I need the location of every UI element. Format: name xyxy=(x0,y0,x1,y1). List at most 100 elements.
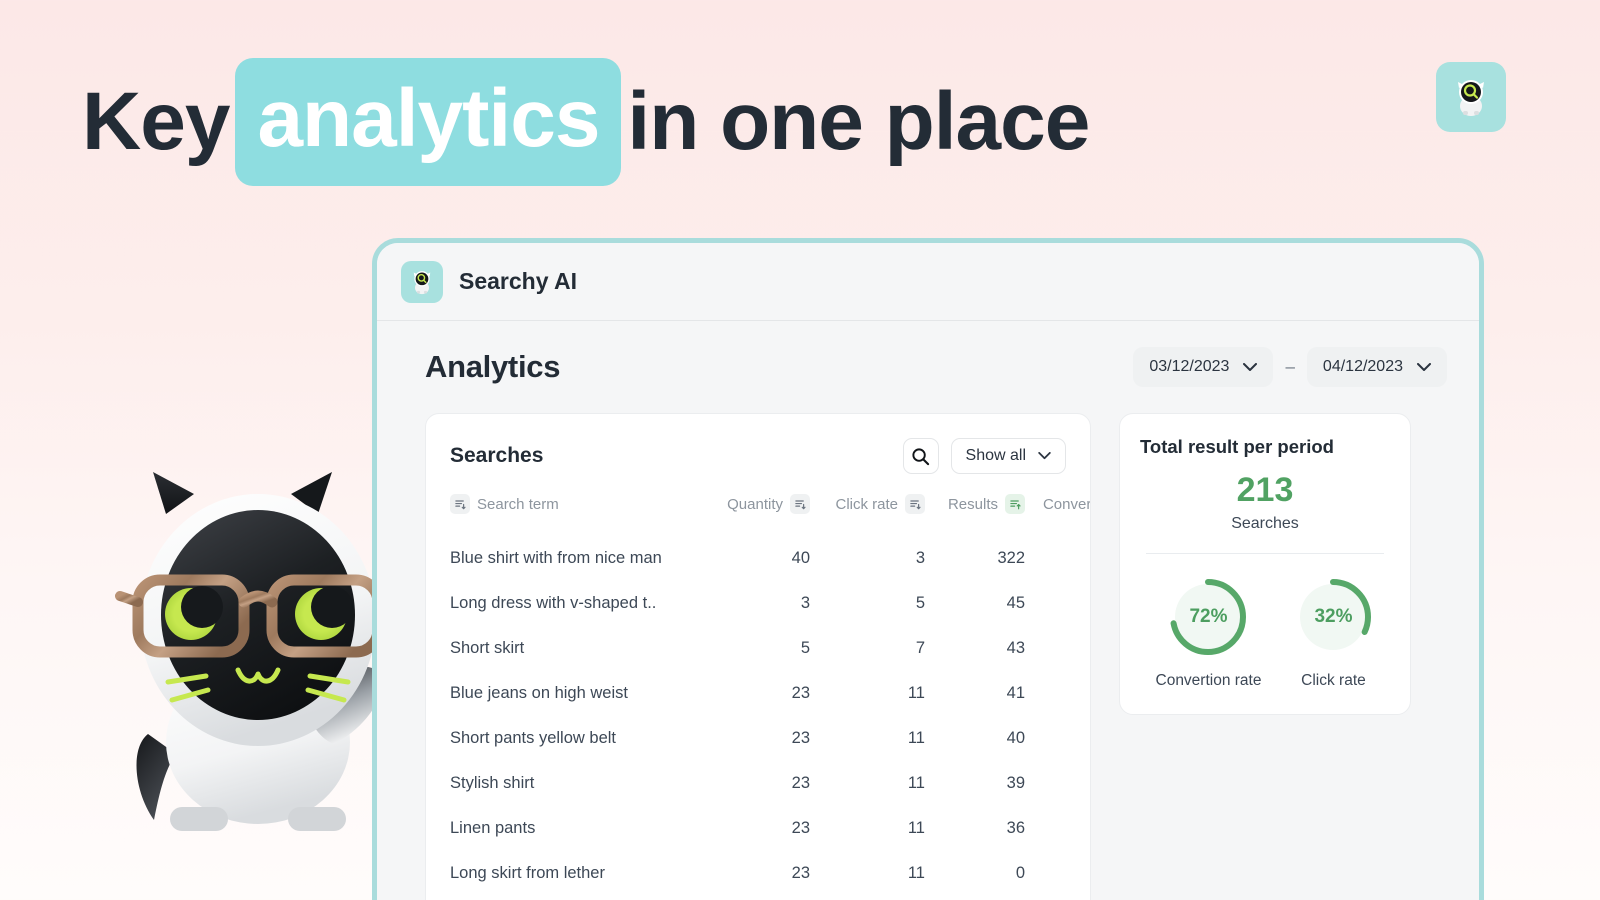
cell-search-term: Long dress with v-shaped t.. xyxy=(450,594,657,612)
table-row[interactable]: Blue shirt with from nice man 40 3 32232 xyxy=(450,536,1090,581)
cell-click-rate: 5 xyxy=(915,594,925,612)
chevron-down-icon xyxy=(1417,362,1431,371)
cell-quantity: 23 xyxy=(791,819,810,837)
cell-results: 0 xyxy=(1015,864,1025,882)
cell-convertions: 56 xyxy=(1025,671,1090,716)
searchy-cat-logo-icon xyxy=(1458,80,1484,116)
sort-ascending-icon[interactable] xyxy=(1005,494,1025,514)
searchy-cat-logo-icon xyxy=(413,270,431,294)
cell-quantity: 23 xyxy=(791,864,810,882)
cell-results: 36 xyxy=(1006,819,1025,837)
date-start-value: 03/12/2023 xyxy=(1149,358,1230,375)
table-row[interactable]: Blue jeans2311056 xyxy=(450,896,1090,900)
cell-quantity: 23 xyxy=(791,684,810,702)
searches-table-head: Search term Quantity Click rate Results … xyxy=(450,494,1091,536)
cell-results: 0 xyxy=(925,896,1025,900)
summary-title: Total result per period xyxy=(1140,436,1334,457)
date-range-separator: – xyxy=(1285,357,1295,376)
column-header-results[interactable]: Results xyxy=(925,494,1025,536)
cell-click-rate: 11 xyxy=(907,819,925,837)
cell-click-rate: 11 xyxy=(907,864,925,882)
searches-table-body: Blue shirt with from nice man40332232Lon… xyxy=(450,536,1090,900)
donut-value: 32% xyxy=(1314,606,1353,628)
cell-search-term: Short skirt xyxy=(450,639,525,657)
date-end-value: 04/12/2023 xyxy=(1322,358,1403,375)
show-all-label: Show all xyxy=(965,447,1026,464)
column-header-search-term[interactable]: Search term xyxy=(450,494,700,536)
cat-robot-mascot-illustration xyxy=(115,472,401,831)
column-header-click-rate[interactable]: Click rate xyxy=(810,494,925,536)
cell-convertions: 56 xyxy=(1025,851,1090,896)
donut-value: 72% xyxy=(1189,606,1228,628)
cell-quantity: 3 xyxy=(800,594,810,612)
app-logo[interactable] xyxy=(401,260,443,303)
app-header: Searchy AI xyxy=(377,243,1479,321)
show-all-dropdown[interactable]: Show all xyxy=(950,438,1066,474)
cell-results: 322 xyxy=(997,549,1025,567)
convertion-rate-gauge: 72% Convertion rate xyxy=(1155,576,1262,690)
column-label: Click rate xyxy=(835,495,898,513)
column-label: Convertions xyxy=(1042,495,1091,513)
app-name: Searchy AI xyxy=(459,268,578,294)
total-result-card: Total result per period 213 Searches 72% xyxy=(1119,413,1411,716)
sort-descending-icon[interactable] xyxy=(790,494,810,514)
cell-search-term: Linen pants xyxy=(450,819,536,837)
searches-actions: Show all xyxy=(902,438,1066,474)
cell-click-rate: 11 xyxy=(907,774,925,792)
cell-search-term: Short pants yellow belt xyxy=(450,729,617,747)
date-start-picker[interactable]: 03/12/2023 xyxy=(1133,347,1274,387)
headline-part-1: Key xyxy=(82,76,230,167)
table-row[interactable]: Stylish shirt 23 11 3956 xyxy=(450,761,1090,806)
cell-results: 45 xyxy=(1006,594,1025,612)
column-label: Search term xyxy=(477,495,559,513)
donut-chart: 32% xyxy=(1292,576,1374,658)
summary-divider xyxy=(1146,553,1384,555)
searches-card-header: Searches Show all xyxy=(450,438,1066,474)
donut-label: Convertion rate xyxy=(1155,672,1262,690)
table-row[interactable]: Short pants yellow belt 23 11 4056 xyxy=(450,716,1090,761)
headline-highlight: analytics xyxy=(235,58,622,186)
column-label: Results xyxy=(947,495,998,513)
table-row[interactable]: Long dress with v-shaped t.. 3 5 4545 xyxy=(450,581,1090,626)
cell-quantity: 23 xyxy=(700,896,810,900)
search-icon xyxy=(912,447,930,465)
app-window: Searchy AI Analytics 03/12/2023 – 04/12/… xyxy=(372,238,1484,900)
total-searches-label: Searches xyxy=(1231,515,1299,533)
column-label: Quantity xyxy=(727,495,783,513)
cell-click-rate: 3 xyxy=(915,549,925,567)
table-row[interactable]: Blue jeans on high weist 23 11 4156 xyxy=(450,671,1090,716)
column-header-quantity[interactable]: Quantity xyxy=(700,494,810,536)
cell-convertions: 43 xyxy=(1025,626,1090,671)
date-end-picker[interactable]: 04/12/2023 xyxy=(1306,347,1447,387)
brand-badge[interactable] xyxy=(1436,62,1506,132)
headline-part-2: in one place xyxy=(627,76,1090,167)
column-header-convertions[interactable]: Convertions xyxy=(1025,494,1091,536)
cell-convertions: 56 xyxy=(1025,806,1090,851)
date-range-picker: 03/12/2023 – 04/12/2023 xyxy=(1133,347,1447,387)
cell-quantity: 5 xyxy=(800,639,810,657)
table-row[interactable]: Linen pants 23 11 3656 xyxy=(450,806,1090,851)
cell-search-term: Long skirt from lether xyxy=(450,864,605,882)
cell-click-rate: 11 xyxy=(907,729,925,747)
cell-search-term: Blue jeans xyxy=(450,896,700,900)
cell-quantity: 23 xyxy=(791,774,810,792)
cell-click-rate: 11 xyxy=(810,896,925,900)
cell-search-term: Blue jeans on high weist xyxy=(450,684,628,702)
cell-click-rate: 11 xyxy=(907,684,925,702)
table-row[interactable]: Short skirt 5 7 4343 xyxy=(450,626,1090,671)
total-searches-value: 213 xyxy=(1236,471,1294,509)
table-row[interactable]: Long skirt from lether 23 11 056 xyxy=(450,851,1090,896)
cell-quantity: 23 xyxy=(791,729,810,747)
cell-results: 41 xyxy=(1006,684,1025,702)
cell-results: 40 xyxy=(1006,729,1025,747)
dashboard-columns: Searches Show all Search term Quantity C… xyxy=(425,413,1451,900)
donut-label: Click rate xyxy=(1301,672,1366,690)
sort-descending-icon[interactable] xyxy=(450,494,470,514)
donut-row: 72% Convertion rate 32% Click rate xyxy=(1140,576,1390,690)
cell-quantity: 40 xyxy=(791,549,810,567)
table-header-row: Search term Quantity Click rate Results … xyxy=(450,494,1091,536)
search-button[interactable] xyxy=(902,438,939,474)
cell-convertions: 45 xyxy=(1025,581,1090,626)
cell-search-term: Blue shirt with from nice man xyxy=(450,549,662,567)
sort-descending-icon[interactable] xyxy=(905,494,925,514)
